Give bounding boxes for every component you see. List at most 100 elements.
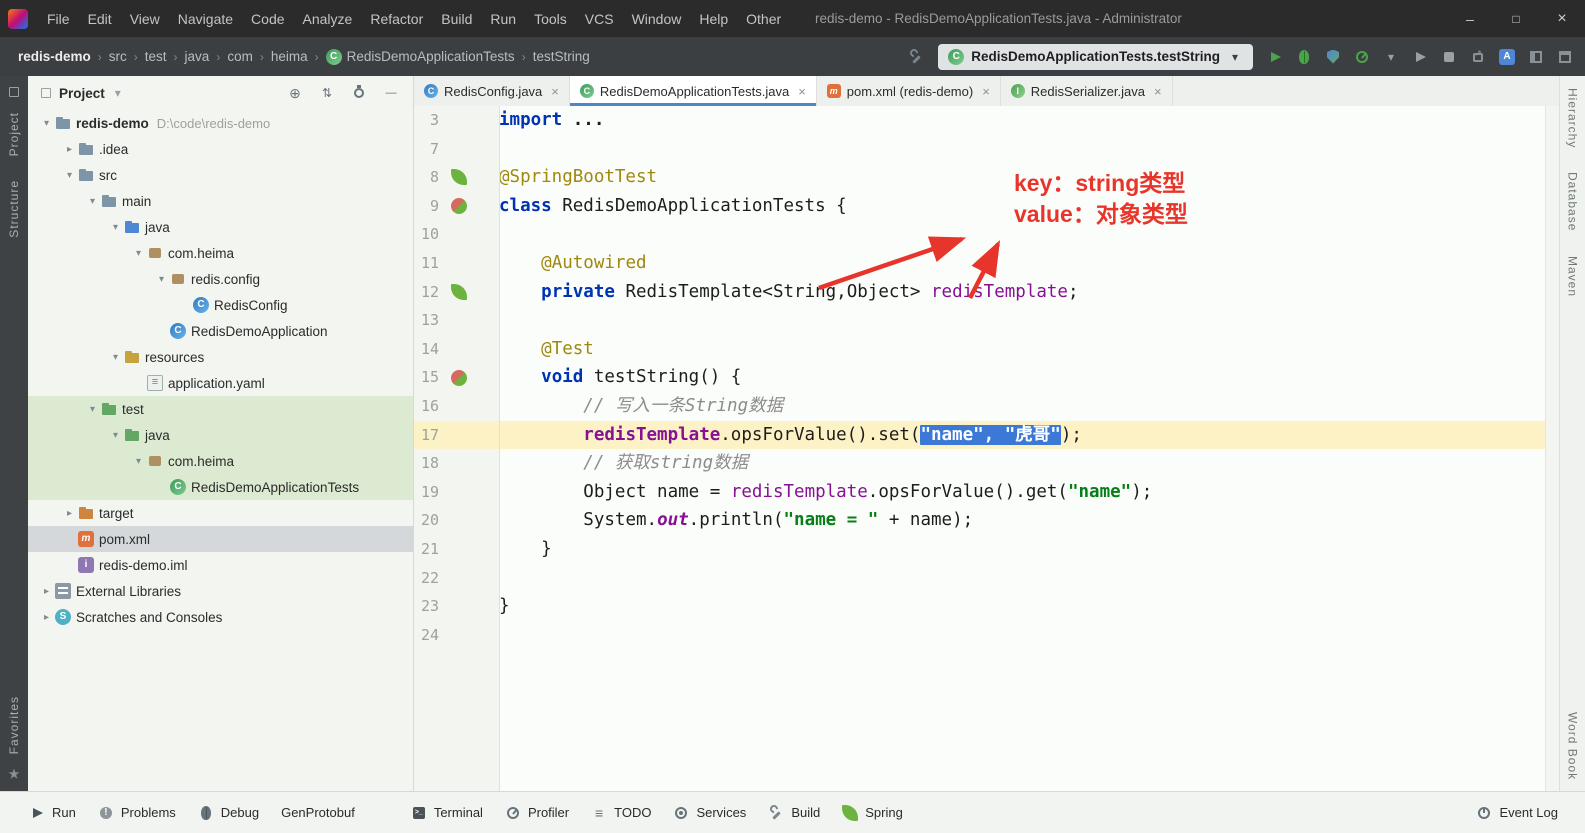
breadcrumb-item-test[interactable]: test (145, 49, 167, 64)
tool-button-spring[interactable]: Spring (831, 804, 914, 821)
close-button[interactable] (1539, 0, 1585, 37)
tree-item-redisdemoapplication[interactable]: RedisDemoApplication (28, 318, 413, 344)
tree-item-main[interactable]: ▾ main (28, 188, 413, 214)
line-number[interactable]: 23 (414, 592, 439, 621)
line-number[interactable]: 19 (414, 478, 439, 507)
menu-build[interactable]: Build (432, 11, 481, 27)
breadcrumb-item-redisdemoapplicationtests[interactable]: RedisDemoApplicationTests (325, 48, 515, 65)
code-line-24[interactable]: 24 (414, 621, 1546, 650)
breadcrumb-item-src[interactable]: src (109, 49, 127, 64)
tool-stripe-hierarchy[interactable]: Hierarchy (1566, 88, 1580, 148)
code-line-21[interactable]: 21 } (414, 535, 1546, 564)
menu-view[interactable]: View (121, 11, 169, 27)
code-line-18[interactable]: 18 // 获取string数据 (414, 449, 1546, 478)
tree-item-redisconfig[interactable]: RedisConfig (28, 292, 413, 318)
line-number[interactable]: 17 (414, 421, 439, 450)
chevron-down-icon[interactable]: ▾ (130, 248, 147, 259)
rerun-disabled-icon[interactable] (1412, 49, 1428, 65)
tool-stripe-project[interactable]: Project (7, 112, 21, 156)
tab-pom-xml-redis-demo[interactable]: pom.xml (redis-demo) × (816, 76, 1001, 106)
window-tool-icon[interactable] (1557, 49, 1573, 65)
menu-run[interactable]: Run (481, 11, 525, 27)
line-number[interactable]: 10 (414, 220, 439, 249)
close-icon[interactable]: × (551, 84, 559, 99)
profiler-dropdown-icon[interactable] (1383, 49, 1399, 65)
line-number[interactable]: 11 (414, 249, 439, 278)
line-number[interactable]: 13 (414, 306, 439, 335)
run-anything-icon[interactable] (1470, 49, 1486, 65)
menu-tools[interactable]: Tools (525, 11, 576, 27)
hide-icon[interactable] (383, 85, 399, 101)
menu-other[interactable]: Other (737, 11, 790, 27)
line-number[interactable]: 8 (414, 163, 439, 192)
project-panel-title[interactable]: Project (59, 86, 105, 101)
chevron-down-icon[interactable]: ▾ (38, 118, 55, 129)
line-number[interactable]: 18 (414, 449, 439, 478)
menu-refactor[interactable]: Refactor (361, 11, 432, 27)
code-line-12[interactable]: 12 private RedisTemplate<String,Object> … (414, 278, 1546, 307)
code-line-3[interactable]: 3 import ... (414, 106, 1546, 135)
chevron-down-icon[interactable]: ▾ (153, 274, 170, 285)
tree-item-scratches-and-consoles[interactable]: ▸ Scratches and Consoles (28, 604, 413, 630)
tool-stripe-maven[interactable]: Maven (1566, 256, 1580, 297)
tool-button-services[interactable]: Services (662, 805, 757, 821)
menu-code[interactable]: Code (242, 11, 293, 27)
line-number[interactable]: 9 (414, 192, 439, 221)
line-number[interactable]: 21 (414, 535, 439, 564)
code-line-20[interactable]: 20 System.out.println("name = " + name); (414, 506, 1546, 535)
tree-item-idea[interactable]: ▸ .idea (28, 136, 413, 162)
tree-item-redisdemoapplicationtests[interactable]: RedisDemoApplicationTests (28, 474, 413, 500)
line-number[interactable]: 14 (414, 335, 439, 364)
menu-window[interactable]: Window (623, 11, 691, 27)
build-hammer-icon[interactable] (908, 49, 924, 65)
gutter[interactable] (439, 283, 479, 300)
gutter[interactable] (439, 369, 479, 386)
translate-icon[interactable] (1499, 48, 1515, 65)
line-number[interactable]: 15 (414, 363, 439, 392)
tool-button-build[interactable]: Build (757, 805, 831, 821)
gutter[interactable] (439, 198, 479, 215)
tab-redisdemoapplicationtests-java[interactable]: RedisDemoApplicationTests.java × (569, 76, 817, 106)
debug-icon[interactable] (1296, 49, 1312, 65)
chevron-down-icon[interactable]: ▾ (84, 404, 101, 415)
line-number[interactable]: 3 (414, 106, 439, 135)
collapse-all-icon[interactable] (319, 85, 335, 101)
run-config-select[interactable]: RedisDemoApplicationTests.testString (938, 43, 1253, 70)
spring-bean-icon[interactable] (451, 283, 467, 300)
spring-leaf-icon[interactable] (451, 169, 467, 186)
layout-icon[interactable] (1528, 49, 1544, 65)
stop-disabled-icon[interactable] (1441, 49, 1457, 65)
editor-scrollbar[interactable] (1545, 106, 1560, 792)
maximize-button[interactable] (1493, 0, 1539, 37)
tool-button-debug[interactable]: Debug (187, 805, 270, 821)
profiler-icon[interactable] (1354, 49, 1370, 65)
chevron-down-icon[interactable]: ▾ (107, 430, 124, 441)
tool-button-profiler[interactable]: Profiler (494, 805, 580, 821)
chevron-right-icon[interactable]: ▸ (61, 144, 78, 155)
line-number[interactable]: 24 (414, 621, 439, 650)
breadcrumb-item-java[interactable]: java (185, 49, 210, 64)
run-class-icon[interactable] (451, 198, 467, 215)
chevron-down-icon[interactable]: ▾ (107, 352, 124, 363)
gutter[interactable] (439, 169, 479, 186)
menu-navigate[interactable]: Navigate (169, 11, 242, 27)
code-line-14[interactable]: 14 @Test (414, 335, 1546, 364)
line-number[interactable]: 12 (414, 278, 439, 307)
chevron-right-icon[interactable]: ▸ (38, 586, 55, 597)
code-line-16[interactable]: 16 // 写入一条String数据 (414, 392, 1546, 421)
code-line-15[interactable]: 15 void testString() { (414, 363, 1546, 392)
favorites-star-icon[interactable] (6, 766, 22, 782)
tool-button-problems[interactable]: Problems (87, 805, 187, 821)
tree-item-src[interactable]: ▾ src (28, 162, 413, 188)
tool-stripe-structure[interactable]: Structure (7, 180, 21, 238)
tree-item-redis-demo-iml[interactable]: redis-demo.iml (28, 552, 413, 578)
tree-item-com-heima[interactable]: ▾ com.heima (28, 448, 413, 474)
locate-icon[interactable] (287, 85, 303, 101)
tool-window-icon[interactable] (6, 84, 22, 100)
tree-item-resources[interactable]: ▾ resources (28, 344, 413, 370)
tool-button-event-log[interactable]: Event Log (1465, 805, 1569, 821)
chevron-down-icon[interactable]: ▾ (84, 196, 101, 207)
code-line-17[interactable]: 17 redisTemplate.opsForValue().set("name… (414, 420, 1546, 450)
tree-item-redis-config[interactable]: ▾ redis.config (28, 266, 413, 292)
tab-redisserializer-java[interactable]: RedisSerializer.java × (1000, 76, 1173, 106)
